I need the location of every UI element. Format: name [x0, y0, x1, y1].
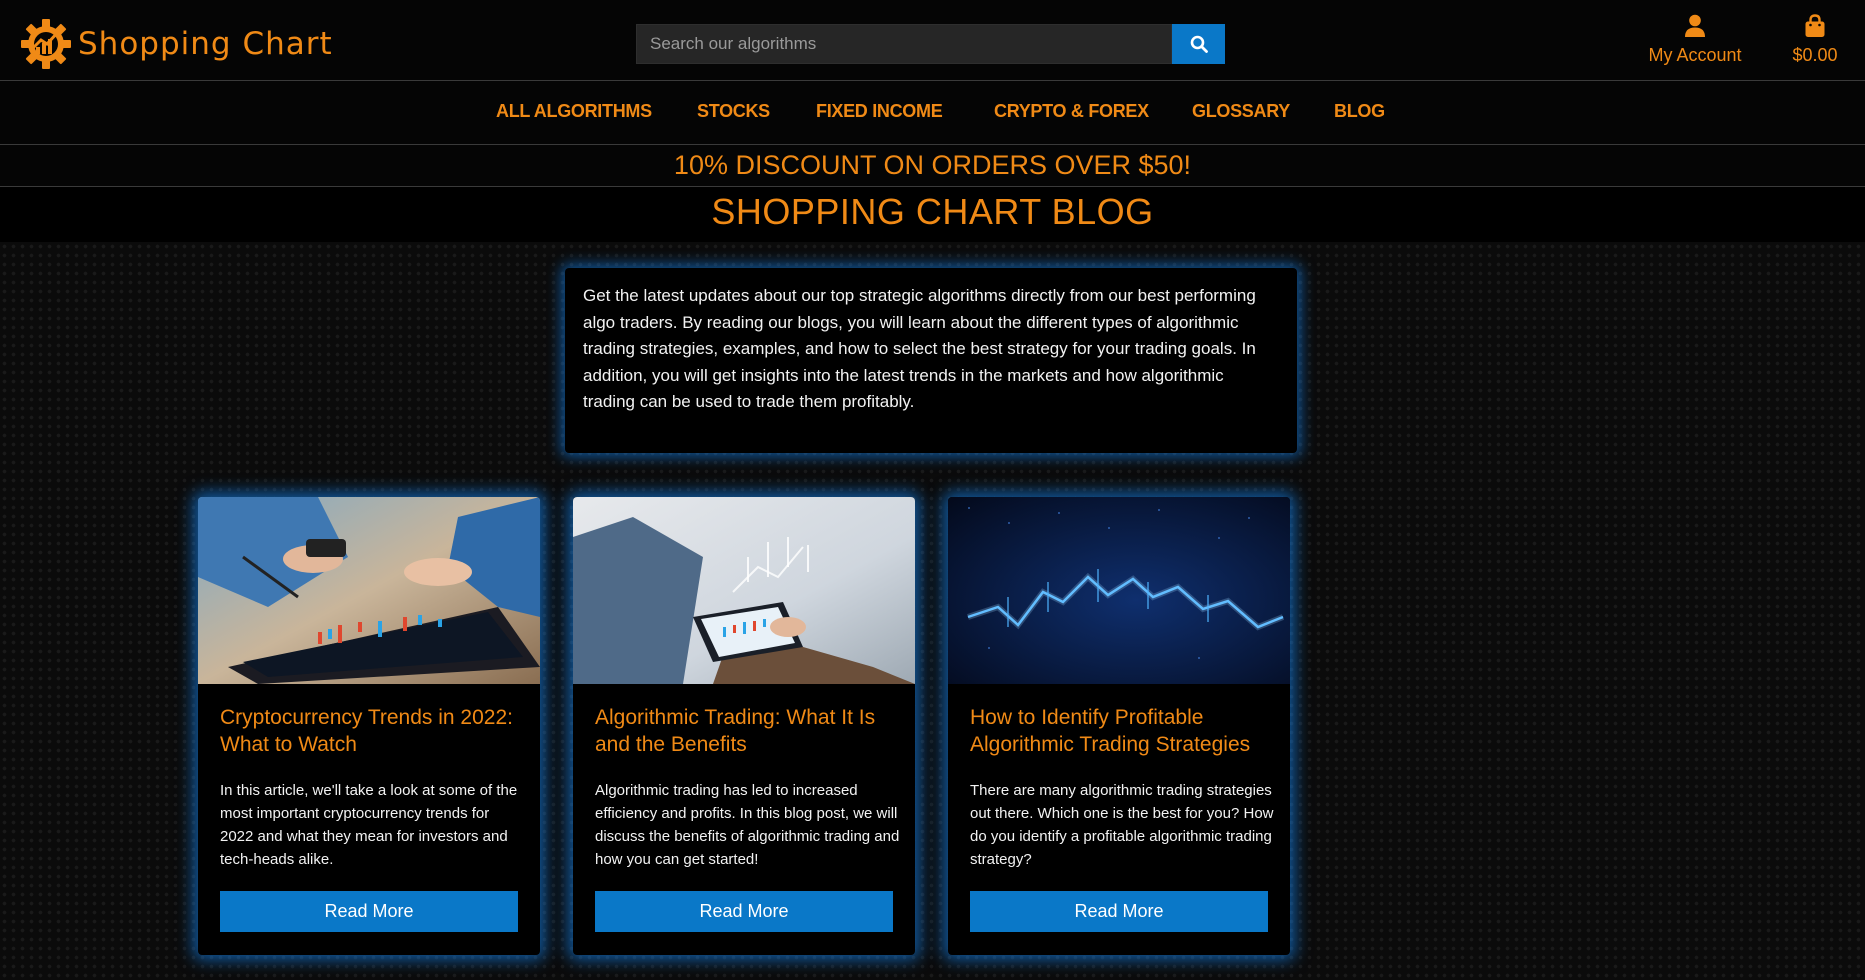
nav-all-algorithms[interactable]: ALL ALGORITHMS — [496, 101, 652, 122]
blog-card-title[interactable]: Cryptocurrency Trends in 2022: What to W… — [220, 705, 525, 758]
blog-card-image[interactable] — [198, 497, 540, 684]
blog-card: Cryptocurrency Trends in 2022: What to W… — [198, 497, 540, 955]
search-input[interactable] — [636, 24, 1172, 64]
logo-gear-icon — [21, 19, 71, 69]
nav-crypto-forex[interactable]: CRYPTO & FOREX — [994, 101, 1149, 122]
blog-card-image[interactable] — [948, 497, 1290, 684]
nav-fixed-income[interactable]: FIXED INCOME — [816, 101, 943, 122]
discount-banner: 10% DISCOUNT ON ORDERS OVER $50! — [0, 145, 1865, 187]
read-more-button[interactable]: Read More — [220, 891, 518, 932]
cart-link[interactable]: $0.00 — [1780, 14, 1850, 66]
search-icon — [1190, 35, 1208, 53]
shopping-bag-icon — [1805, 14, 1825, 37]
search-bar — [636, 24, 1225, 64]
my-account-link[interactable]: My Account — [1640, 14, 1750, 66]
cart-total: $0.00 — [1792, 45, 1838, 65]
brand-name: Shopping Chart — [78, 26, 333, 62]
blog-card-image[interactable] — [573, 497, 915, 684]
site-header: Shopping Chart My Account $0.00 — [0, 0, 1865, 81]
brand-logo[interactable]: Shopping Chart — [20, 18, 333, 70]
search-button[interactable] — [1172, 24, 1225, 64]
blog-card-excerpt: There are many algorithmic trading strat… — [970, 782, 1274, 868]
blog-card: Algorithmic Trading: What It Is and the … — [573, 497, 915, 955]
blog-card-title[interactable]: How to Identify Profitable Algorithmic T… — [970, 705, 1275, 758]
read-more-button[interactable]: Read More — [970, 891, 1268, 932]
read-more-button[interactable]: Read More — [595, 891, 893, 932]
blog-card-excerpt: Algorithmic trading has led to increased… — [595, 782, 900, 868]
nav-glossary[interactable]: GLOSSARY — [1192, 101, 1290, 122]
intro-text: Get the latest updates about our top str… — [565, 268, 1297, 453]
blog-card: How to Identify Profitable Algorithmic T… — [948, 497, 1290, 955]
blog-card-excerpt: In this article, we'll take a look at so… — [220, 782, 518, 868]
blog-card-title[interactable]: Algorithmic Trading: What It Is and the … — [595, 705, 900, 758]
nav-blog[interactable]: BLOG — [1334, 101, 1385, 122]
page-title: SHOPPING CHART BLOG — [0, 187, 1865, 242]
user-icon — [1685, 14, 1705, 37]
main-nav: ALL ALGORITHMS STOCKS FIXED INCOME CRYPT… — [0, 81, 1865, 145]
nav-stocks[interactable]: STOCKS — [697, 101, 770, 122]
my-account-label: My Account — [1648, 45, 1742, 65]
